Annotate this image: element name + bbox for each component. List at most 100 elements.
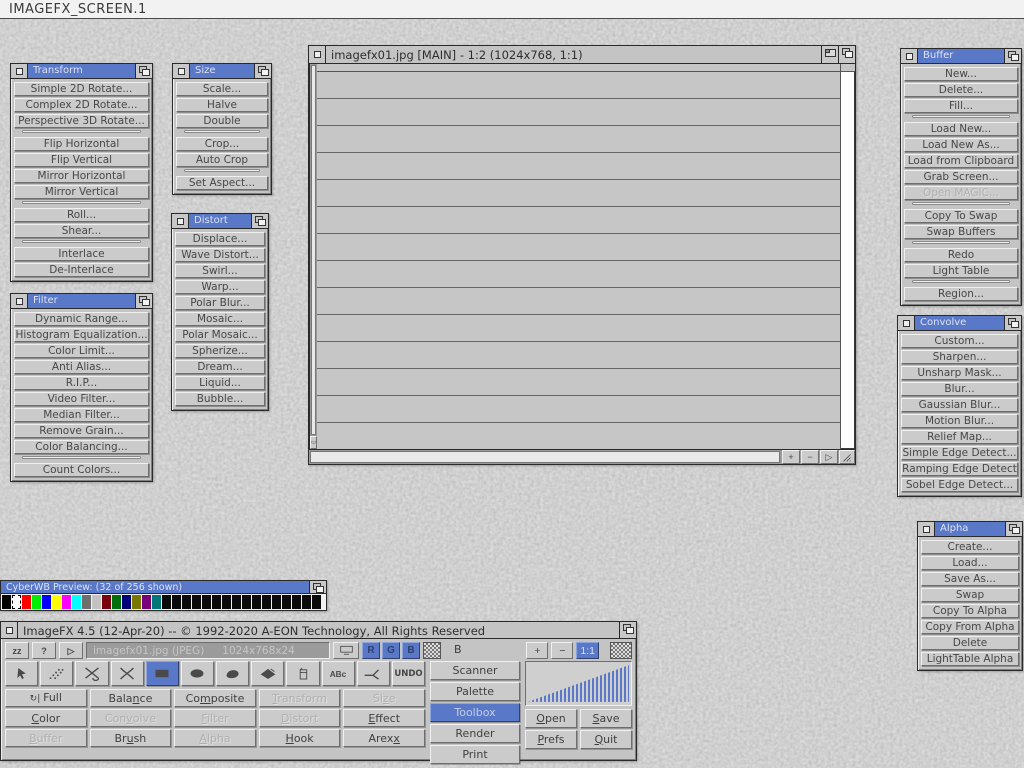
menu-button[interactable]: Convolve [90, 709, 172, 727]
menu-button[interactable]: Color [5, 709, 87, 727]
palette-button[interactable]: Shear... [14, 224, 149, 238]
palette-button[interactable]: Swap [921, 588, 1019, 602]
size-titlebar[interactable]: Size [173, 64, 271, 79]
palette-button[interactable]: Load New... [904, 122, 1018, 136]
palette-button[interactable]: Swirl... [175, 264, 265, 278]
color-swatch[interactable] [2, 595, 11, 609]
palette-button[interactable]: Median Filter... [14, 408, 149, 422]
blue-channel-button[interactable]: B [402, 642, 420, 659]
palette-button[interactable]: Create... [921, 540, 1019, 554]
menu-button[interactable]: Composite [174, 689, 256, 707]
dither-preview-icon[interactable] [423, 642, 441, 659]
depth-icon[interactable] [1004, 49, 1021, 63]
palette-button[interactable]: Load from Clipboard [904, 154, 1018, 168]
palette-button[interactable]: New... [904, 67, 1018, 81]
action-button[interactable]: Quit [580, 730, 632, 749]
color-swatch[interactable] [122, 595, 131, 609]
close-icon[interactable] [309, 46, 326, 63]
palette-button[interactable]: Double [176, 114, 268, 128]
buffer-titlebar[interactable]: Buffer [901, 49, 1021, 64]
palette-button[interactable]: Load... [921, 556, 1019, 570]
zoom-gadget-icon[interactable] [821, 46, 838, 63]
polygon-tool-icon[interactable] [251, 661, 284, 686]
color-swatch[interactable] [272, 595, 281, 609]
depth-icon[interactable] [1004, 316, 1021, 330]
menu-button[interactable]: Arexx [343, 729, 425, 747]
palette-button[interactable]: Liquid... [175, 376, 265, 390]
close-icon[interactable] [11, 64, 28, 78]
zoom-out-button[interactable]: − [551, 642, 573, 659]
depth-icon[interactable] [619, 622, 636, 638]
depth-icon[interactable] [135, 64, 152, 78]
palette-button[interactable]: Warp... [175, 280, 265, 294]
color-swatch[interactable] [222, 595, 231, 609]
action-button[interactable]: Prefs [525, 730, 577, 749]
palette-button[interactable]: Gaussian Blur... [901, 398, 1018, 412]
menu-button[interactable]: Balance [90, 689, 172, 707]
menu-button[interactable]: Filter [174, 709, 256, 727]
palette-button[interactable]: Color Balancing... [14, 440, 149, 454]
color-swatch[interactable] [52, 595, 61, 609]
color-swatch[interactable] [62, 595, 71, 609]
palette-button[interactable]: Mirror Vertical [14, 185, 149, 199]
palette-button[interactable]: Count Colors... [14, 463, 149, 477]
color-swatch[interactable] [312, 595, 321, 609]
palette-button[interactable]: Save As... [921, 572, 1019, 586]
palette-button[interactable]: Complex 2D Rotate... [14, 98, 149, 112]
palette-button[interactable]: R.I.P... [14, 376, 149, 390]
palette-button[interactable]: Color Limit... [14, 344, 149, 358]
menu-button[interactable]: Effect [343, 709, 425, 727]
color-swatch[interactable] [172, 595, 181, 609]
depth-icon[interactable] [251, 214, 268, 228]
palette-button[interactable]: Scale... [176, 82, 268, 96]
palette-button[interactable]: Displace... [175, 232, 265, 246]
play-button[interactable]: ▷ [59, 642, 83, 659]
action-button[interactable]: Open [525, 709, 577, 728]
panel-button[interactable]: Toolbox [430, 703, 520, 722]
color-swatch[interactable] [282, 595, 291, 609]
color-swatch[interactable] [212, 595, 221, 609]
palette-button[interactable]: Ramping Edge Detect [901, 462, 1018, 476]
undo-button[interactable]: UNDO [392, 661, 425, 686]
palette-button[interactable]: Delete [921, 636, 1019, 650]
menu-button[interactable]: Full [5, 689, 87, 707]
palette-button[interactable]: Region... [904, 287, 1018, 301]
palette-button[interactable]: Redo [904, 248, 1018, 262]
color-swatch[interactable] [112, 595, 121, 609]
palette-button[interactable]: Simple Edge Detect... [901, 446, 1018, 460]
palette-button[interactable]: Motion Blur... [901, 414, 1018, 428]
palette-button[interactable]: LightTable Alpha [921, 652, 1019, 666]
transform-titlebar[interactable]: Transform [11, 64, 152, 79]
palette-button[interactable]: Wave Distort... [175, 248, 265, 262]
color-swatch[interactable] [242, 595, 251, 609]
vertical-scroll-thumb[interactable] [311, 65, 316, 435]
smear-tool-icon[interactable] [357, 661, 390, 686]
fill-tool-icon[interactable] [286, 661, 319, 686]
close-icon[interactable] [11, 294, 28, 308]
cyberwb-titlebar[interactable]: CyberWB Preview: (32 of 256 shown) [1, 581, 326, 594]
pointer-tool-icon[interactable] [5, 661, 38, 686]
distort-titlebar[interactable]: Distort [172, 214, 268, 229]
palette-button[interactable]: Interlace [14, 247, 149, 261]
close-icon[interactable] [1, 622, 18, 638]
palette-button[interactable]: Blur... [901, 382, 1018, 396]
alpha-titlebar[interactable]: Alpha [918, 522, 1022, 537]
color-swatch[interactable] [22, 595, 31, 609]
zoom-in-button[interactable]: + [526, 642, 548, 659]
palette-button[interactable]: Swap Buffers [904, 225, 1018, 239]
zoom-one-to-one-button[interactable]: 1:1 [576, 642, 599, 659]
depth-icon[interactable] [1005, 522, 1022, 536]
color-swatch[interactable] [182, 595, 191, 609]
color-swatch[interactable] [192, 595, 201, 609]
depth-icon[interactable] [309, 581, 326, 593]
freehand-crop-tool-icon[interactable] [111, 661, 144, 686]
toolbox-titlebar[interactable]: ImageFX 4.5 (12-Apr-20) -- © 1992-2020 A… [1, 622, 636, 639]
box-tool-icon[interactable] [146, 661, 179, 686]
palette-button[interactable]: Mosaic... [175, 312, 265, 326]
palette-button[interactable]: Video Filter... [14, 392, 149, 406]
palette-button[interactable]: Dream... [175, 360, 265, 374]
convolve-titlebar[interactable]: Convolve [898, 316, 1021, 331]
palette-button[interactable]: Light Table [904, 264, 1018, 278]
palette-button[interactable]: Custom... [901, 334, 1018, 348]
panel-button[interactable]: Render [430, 724, 520, 743]
